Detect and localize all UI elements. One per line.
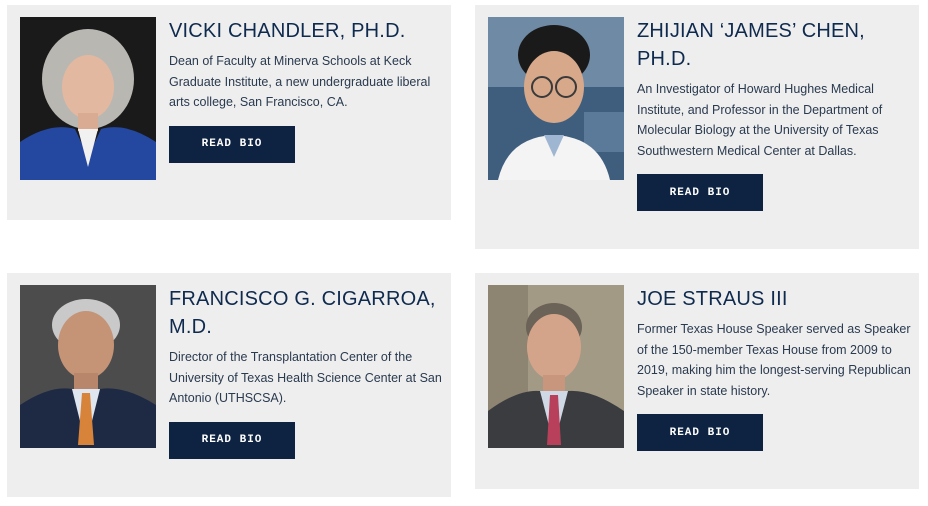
read-bio-button[interactable]: READ BIO [637, 174, 763, 211]
portrait-photo-joe-straus [488, 285, 624, 448]
person-name: ZHIJIAN ‘JAMES’ CHEN, PH.D. [637, 20, 865, 70]
person-description: Dean of Faculty at Minerva Schools at Ke… [169, 54, 431, 109]
portrait-photo-zhijian-chen [488, 17, 624, 180]
portrait-icon [488, 17, 624, 180]
person-description: An Investigator of Howard Hughes Medical… [637, 82, 883, 158]
person-name: FRANCISCO G. CIGARROA, M.D. [169, 288, 436, 338]
person-card-vicki-chandler: VICKI CHANDLER, PH.D. Dean of Faculty at… [7, 5, 451, 220]
portrait-photo-vicki-chandler [20, 17, 156, 180]
portrait-photo-francisco-cigarroa [20, 285, 156, 448]
person-name: VICKI CHANDLER, PH.D. [169, 20, 406, 42]
read-bio-button[interactable]: READ BIO [169, 421, 295, 459]
portrait-icon [488, 285, 624, 448]
person-name: JOE STRAUS III [637, 288, 788, 310]
person-description: Former Texas House Speaker served as Spe… [637, 322, 911, 398]
portrait-icon [20, 17, 156, 180]
read-bio-button[interactable]: READ BIO [637, 414, 763, 451]
person-card-zhijian-chen: ZHIJIAN ‘JAMES’ CHEN, PH.D. An Investiga… [475, 5, 919, 249]
person-description: Director of the Transplantation Center o… [169, 350, 442, 405]
portrait-icon [20, 285, 156, 448]
read-bio-button[interactable]: READ BIO [169, 125, 295, 163]
person-card-joe-straus: JOE STRAUS III Former Texas House Speake… [475, 273, 919, 489]
person-card-francisco-cigarroa: FRANCISCO G. CIGARROA, M.D. Director of … [7, 273, 451, 497]
